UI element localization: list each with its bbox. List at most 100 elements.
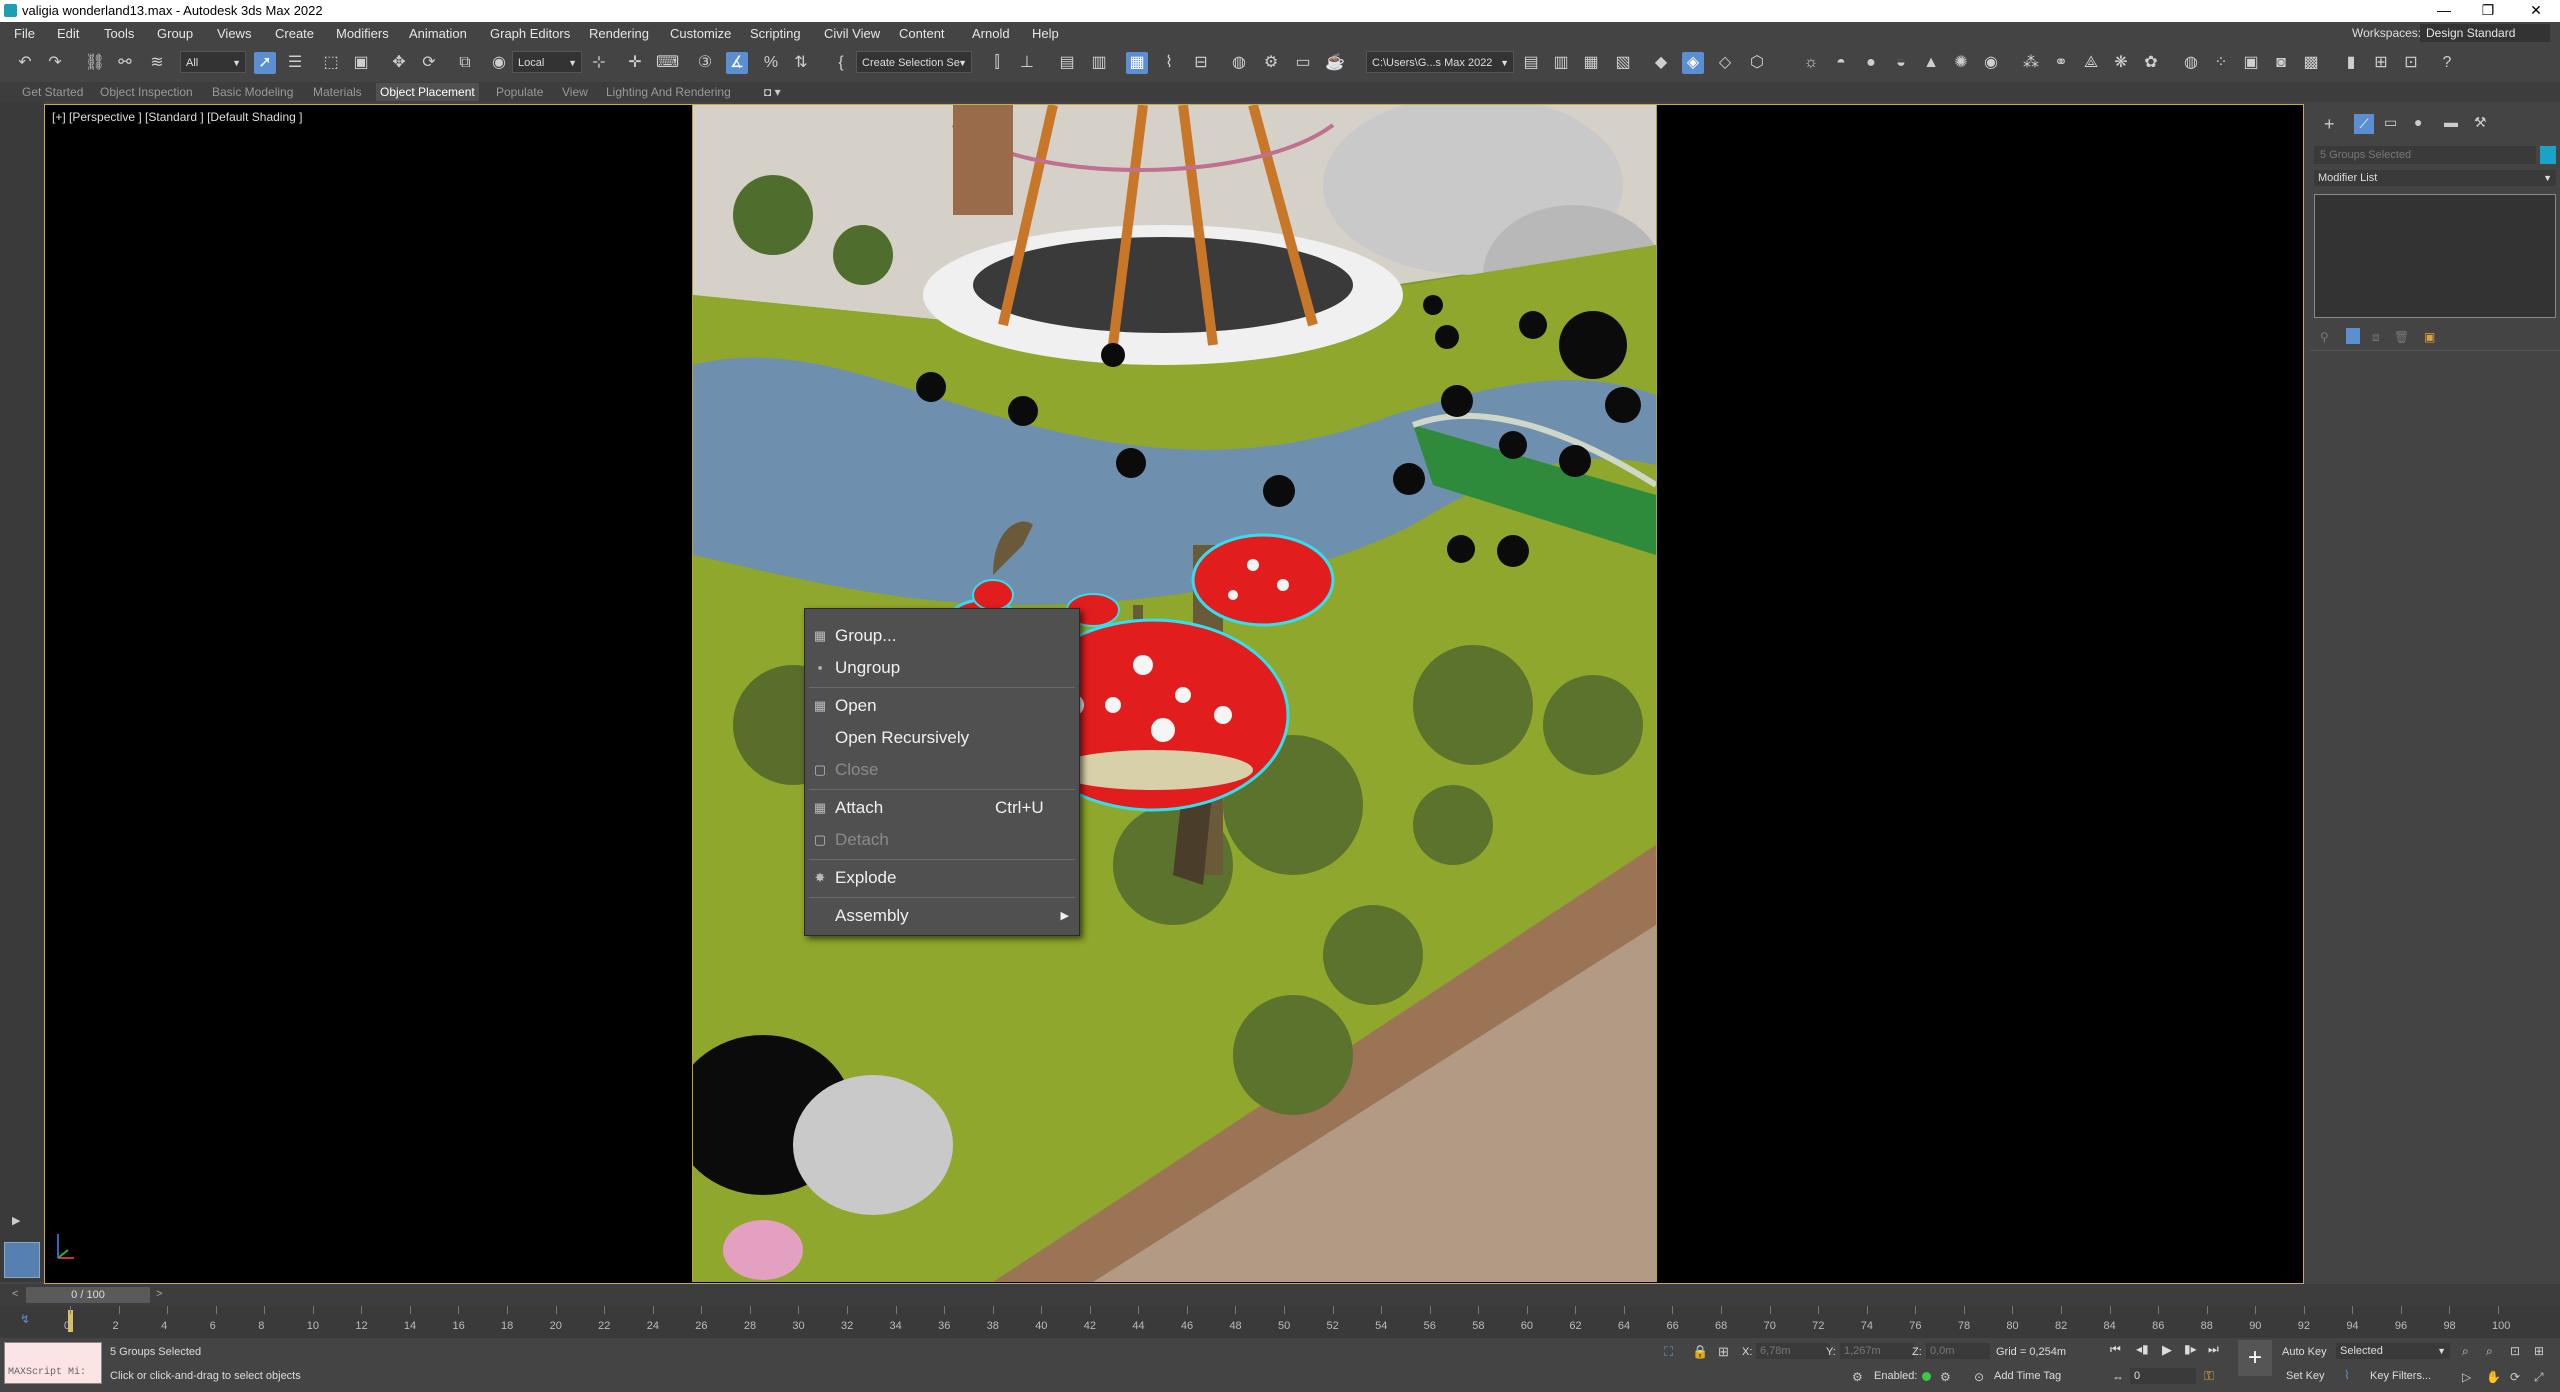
arnold-tool-icon[interactable]: ⁂ — [2020, 52, 2042, 74]
select-object-icon[interactable]: ➚ — [254, 52, 276, 74]
track-bar[interactable]: ↯ 0 2 4 6 8 10 12 14 16 18 20 22 24 26 28 30 32 34 36 38 40 4… — [0, 1306, 2560, 1338]
unlink-icon[interactable]: ⚯ — [114, 52, 136, 74]
adaptive-degradation-icon[interactable]: ⚙ — [1852, 1370, 1863, 1384]
menu-graph-editors[interactable]: Graph Editors — [490, 26, 570, 41]
menu-item-assembly[interactable]: Assembly ▶ — [805, 901, 1079, 931]
snaps-toggle-icon[interactable]: ③ — [694, 52, 716, 74]
menu-help[interactable]: Help — [1032, 26, 1059, 41]
auto-key-button[interactable]: Auto Key — [2282, 1346, 2327, 1358]
maximize-button[interactable]: ❐ — [2468, 2, 2508, 19]
previous-frame-icon[interactable]: < — [12, 1288, 18, 1300]
z-coordinate-field[interactable]: 0,0m — [1926, 1343, 1990, 1359]
render-production-icon[interactable]: ☕ — [1324, 52, 1346, 74]
arnold-tool-icon[interactable]: ◙ — [2270, 52, 2292, 74]
select-manipulate-icon[interactable]: ✛ — [624, 52, 646, 74]
object-color-swatch[interactable] — [2540, 146, 2556, 164]
angle-snap-icon[interactable]: ∡ — [726, 52, 748, 74]
key-filter-icon[interactable]: ⌇ — [2344, 1368, 2350, 1382]
key-mode-dropdown[interactable]: Selected ▼ — [2336, 1343, 2450, 1359]
viewport-label[interactable]: [+] [Perspective ] [Standard ] [Default … — [52, 110, 302, 124]
move-icon[interactable]: ✥ — [388, 52, 410, 74]
play-icon[interactable]: ▶ — [2162, 1342, 2172, 1358]
arnold-ipr-icon[interactable]: ◇ — [1714, 52, 1736, 74]
time-slider[interactable]: 0 / 100 — [26, 1287, 150, 1303]
arnold-tool-icon[interactable]: ✿ — [2140, 52, 2162, 74]
tab-view[interactable]: View — [562, 85, 588, 99]
workspace-dropdown[interactable]: Design Standard — [2420, 24, 2550, 42]
named-selection-set-dropdown[interactable]: Create Selection Se ▼ — [856, 51, 972, 73]
create-tab-icon[interactable]: + — [2324, 114, 2335, 135]
menu-customize[interactable]: Customize — [670, 26, 731, 41]
x-coordinate-field[interactable]: 6,78m — [1756, 1343, 1830, 1359]
arnold-tool-icon[interactable]: ⁘ — [2210, 52, 2232, 74]
menu-item-open[interactable]: ▦ Open — [805, 691, 1079, 721]
modify-tab-icon[interactable]: ⟋ — [2354, 114, 2374, 134]
minimize-button[interactable]: — — [2424, 2, 2464, 18]
expand-arrow-icon[interactable]: ▶ — [12, 1214, 26, 1228]
rotate-icon[interactable]: ⟳ — [418, 52, 440, 74]
arnold-sun-icon[interactable]: ✺ — [1950, 52, 1972, 74]
arnold-skydome-icon[interactable]: ◓ — [1830, 52, 1852, 74]
arnold-tool-icon[interactable]: ◍ — [2180, 52, 2202, 74]
tab-object-inspection[interactable]: Object Inspection — [100, 85, 193, 99]
arnold-tool-icon[interactable]: ▩ — [2300, 52, 2322, 74]
maximize-viewport-icon[interactable]: ⤢ — [2534, 1370, 2544, 1385]
selection-filter-dropdown[interactable]: All ▼ — [180, 51, 246, 73]
project-folder-dropdown[interactable]: C:\Users\G...s Max 2022 ▼ — [1366, 51, 1514, 73]
help-icon[interactable]: ? — [2436, 52, 2458, 74]
zoom-icon[interactable]: ⌕ — [2462, 1344, 2469, 1359]
menu-animation[interactable]: Animation — [409, 26, 467, 41]
arnold-tool-icon[interactable]: ⊞ — [2370, 52, 2392, 74]
keyboard-shortcut-override-icon[interactable]: ⌨ — [656, 52, 679, 74]
project-tool-icon[interactable]: ▤ — [1520, 52, 1542, 74]
arnold-tool-icon[interactable]: ▮ — [2340, 52, 2362, 74]
mini-curve-editor-icon[interactable]: ↯ — [20, 1312, 30, 1326]
arnold-renderview-icon[interactable]: ◈ — [1682, 52, 1704, 74]
time-config-icon[interactable]: ⇔ — [2112, 1370, 2124, 1384]
menu-item-ungroup[interactable]: ▪ Ungroup — [805, 653, 1079, 683]
field-of-view-icon[interactable]: ▷ — [2462, 1370, 2471, 1384]
gear-icon[interactable]: ⚙ — [1940, 1370, 1951, 1384]
tab-basic-modeling[interactable]: Basic Modeling — [212, 85, 293, 99]
project-tool-icon[interactable]: ▧ — [1612, 52, 1634, 74]
make-unique-icon[interactable]: ⧈ — [2372, 330, 2380, 345]
menu-file[interactable]: File — [14, 26, 35, 41]
arnold-tool-icon[interactable]: ⟁ — [2080, 52, 2102, 74]
place-icon[interactable]: ◉ — [488, 52, 510, 74]
tab-materials[interactable]: Materials — [313, 85, 362, 99]
pin-stack-icon[interactable]: ⚲ — [2320, 330, 2329, 344]
material-editor-icon[interactable]: ◍ — [1228, 52, 1250, 74]
rendered-frame-window-icon[interactable]: ▭ — [1292, 52, 1314, 74]
arnold-sphere-icon[interactable]: ● — [1860, 52, 1882, 74]
zoom-all-icon[interactable]: ⌕ — [2486, 1344, 2493, 1359]
y-coordinate-field[interactable]: 1,267m — [1840, 1343, 1914, 1359]
current-frame-field[interactable]: 0 — [2130, 1368, 2196, 1384]
tab-populate[interactable]: Populate — [496, 85, 543, 99]
utilities-tab-icon[interactable]: ⚒ — [2474, 114, 2487, 131]
isolate-selection-icon[interactable]: ⛶ — [1664, 1344, 1673, 1360]
arnold-shader-icon[interactable]: ◒ — [1890, 52, 1912, 74]
modifier-stack[interactable] — [2314, 194, 2556, 318]
project-tool-icon[interactable]: ▥ — [1550, 52, 1572, 74]
rectangular-selection-icon[interactable]: ⬚ — [320, 52, 342, 74]
menu-civil-view[interactable]: Civil View — [824, 26, 880, 41]
next-frame-icon[interactable]: > — [156, 1288, 162, 1300]
arnold-tool-icon[interactable]: ▣ — [2240, 52, 2262, 74]
close-button[interactable]: ✕ — [2516, 2, 2556, 19]
spinner-snap-icon[interactable]: ⇅ — [790, 52, 812, 74]
go-to-end-icon[interactable]: ⏭ — [2208, 1342, 2219, 1357]
arnold-tool-icon[interactable]: ⬡ — [1746, 52, 1768, 74]
next-key-icon[interactable]: ▮▸ — [2184, 1342, 2197, 1356]
go-to-start-icon[interactable]: ⏮ — [2110, 1342, 2121, 1357]
maxscript-listener[interactable]: MAXScript Mi: — [4, 1342, 102, 1384]
menu-create[interactable]: Create — [275, 26, 314, 41]
menu-edit[interactable]: Edit — [57, 26, 79, 41]
display-tab-icon[interactable]: ▬ — [2444, 114, 2458, 130]
zoom-extents-icon[interactable]: ⊡ — [2510, 1344, 2520, 1358]
layer-explorer-icon[interactable]: ▥ — [1088, 52, 1110, 74]
key-mode-icon[interactable]: ⚿ — [2204, 1368, 2214, 1384]
zoom-extents-all-icon[interactable]: ⊞ — [2534, 1344, 2544, 1358]
arnold-circle-icon[interactable]: ◉ — [1980, 52, 2002, 74]
show-end-result-icon[interactable] — [2346, 328, 2360, 344]
scale-icon[interactable]: ⧉ — [454, 52, 476, 74]
